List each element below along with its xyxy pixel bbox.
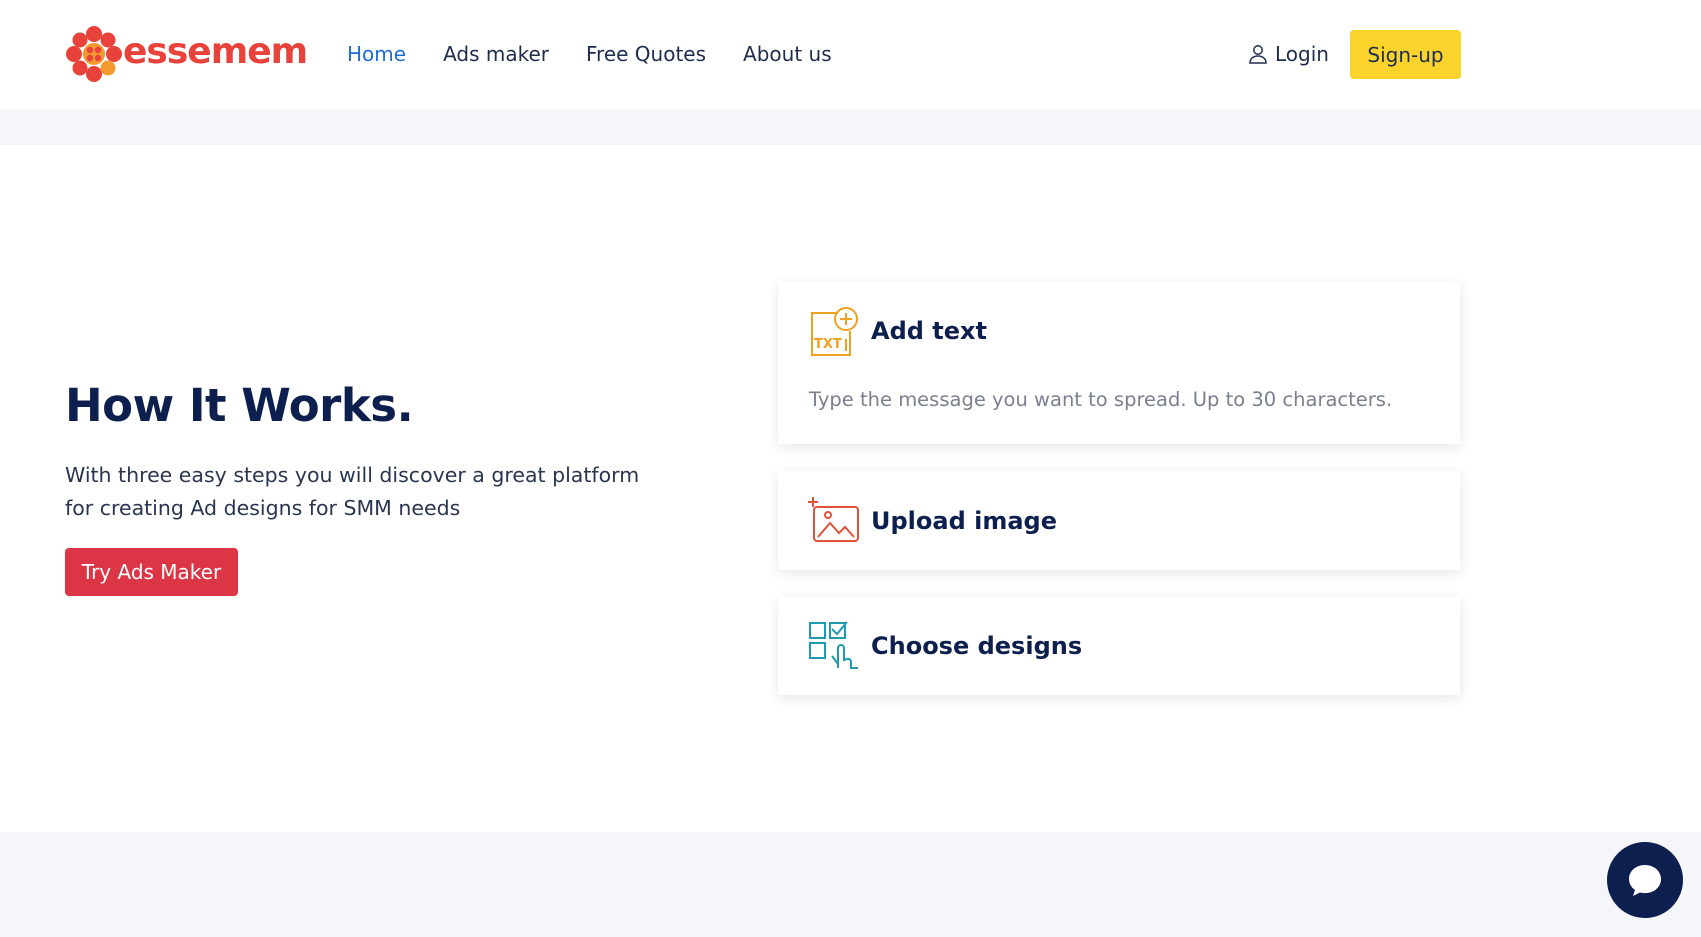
- step-title: Upload image: [871, 507, 1057, 535]
- chat-bubble-icon: [1629, 865, 1661, 896]
- login-label: Login: [1275, 42, 1329, 66]
- card-header: Upload image: [808, 495, 1057, 547]
- step-card-add-text[interactable]: TXT Add text Type the message you want t…: [778, 282, 1460, 444]
- card-header: Choose designs: [808, 620, 1082, 672]
- step-title: Add text: [871, 317, 987, 345]
- nav-ads-maker[interactable]: Ads maker: [443, 38, 549, 70]
- how-it-works-section: How It Works. With three easy steps you …: [0, 145, 1701, 832]
- add-text-icon: TXT: [811, 307, 858, 356]
- subtitle-line-1: With three easy steps you will discover …: [65, 463, 640, 487]
- nav-free-quotes[interactable]: Free Quotes: [586, 38, 706, 70]
- nav-home[interactable]: Home: [347, 38, 406, 70]
- choose-designs-icon: [809, 621, 858, 669]
- site-header: essemem Home Ads maker Free Quotes About…: [0, 0, 1701, 109]
- login-link[interactable]: Login: [1247, 38, 1329, 70]
- logo-text: essemem: [123, 30, 308, 72]
- step-card-upload-image[interactable]: Upload image: [778, 471, 1460, 570]
- card-header: TXT Add text: [808, 305, 987, 357]
- step-description: Type the message you want to spread. Up …: [809, 388, 1393, 411]
- signup-button[interactable]: Sign-up: [1350, 30, 1461, 79]
- flower-logo-icon: [66, 26, 122, 82]
- main-nav: Home Ads maker Free Quotes About us: [347, 38, 869, 70]
- svg-text:TXT: TXT: [814, 337, 842, 352]
- user-icon: [1249, 45, 1267, 64]
- section-title: How It Works.: [65, 379, 414, 432]
- subtitle-line-2: for creating Ad designs for SMM needs: [65, 496, 461, 520]
- chat-widget-button[interactable]: [1607, 842, 1683, 918]
- step-card-choose-designs[interactable]: Choose designs: [778, 597, 1460, 695]
- upload-image-icon: [808, 497, 859, 542]
- step-title: Choose designs: [871, 632, 1083, 660]
- try-ads-maker-button[interactable]: Try Ads Maker: [65, 548, 238, 596]
- nav-about-us[interactable]: About us: [743, 38, 832, 70]
- logo[interactable]: essemem: [63, 24, 308, 84]
- section-subtitle: With three easy steps you will discover …: [65, 459, 645, 525]
